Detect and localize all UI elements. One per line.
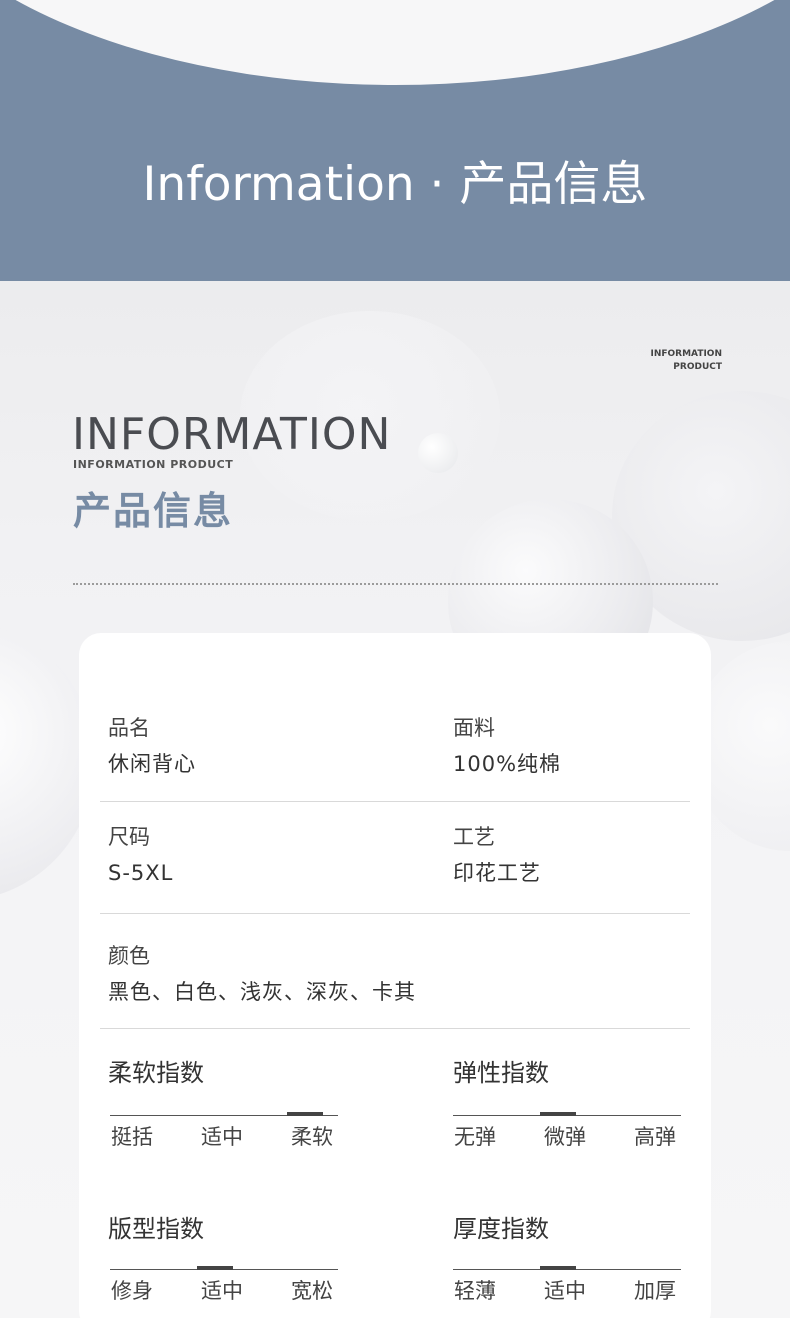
info-value: S-5XL — [108, 861, 174, 885]
info-fabric: 面料 100%纯棉 — [453, 714, 561, 778]
section-title-english: INFORMATION — [72, 409, 392, 460]
info-label: 尺码 — [108, 825, 150, 849]
decor-ball — [418, 433, 458, 473]
scale-selected-marker — [540, 1266, 576, 1270]
softness-index-title: 柔软指数 — [108, 1059, 204, 1087]
info-value: 100%纯棉 — [453, 752, 562, 776]
info-color: 颜色 黑色、白色、浅灰、深灰、卡其 — [108, 942, 416, 1006]
scale-option: 挺括 — [111, 1125, 153, 1149]
fit-index-title: 版型指数 — [108, 1215, 204, 1243]
top-banner: Information · 产品信息 — [0, 0, 790, 281]
scale-option: 微弹 — [544, 1125, 586, 1149]
scale-option: 加厚 — [634, 1279, 676, 1303]
info-value: 印花工艺 — [453, 861, 541, 885]
small-english-line2: PRODUCT — [673, 362, 722, 372]
info-label: 品名 — [108, 716, 150, 740]
elasticity-scale: 无弹 微弹 高弹 — [453, 1112, 681, 1149]
scale-selected-marker — [197, 1266, 233, 1270]
scale-option: 适中 — [201, 1279, 243, 1303]
scale-option: 适中 — [201, 1125, 243, 1149]
fit-scale: 修身 适中 宽松 — [110, 1266, 338, 1303]
scale-option: 修身 — [111, 1279, 153, 1303]
scale-option: 适中 — [544, 1279, 586, 1303]
divider — [100, 1028, 690, 1029]
small-english-line1: INFORMATION — [650, 349, 722, 359]
scale-option: 轻薄 — [454, 1279, 496, 1303]
info-label: 工艺 — [453, 825, 495, 849]
softness-scale: 挺括 适中 柔软 — [110, 1112, 338, 1149]
info-craft: 工艺 印花工艺 — [453, 823, 541, 887]
scale-option: 无弹 — [454, 1125, 496, 1149]
divider — [100, 913, 690, 914]
info-size: 尺码 S-5XL — [108, 823, 173, 887]
info-label: 颜色 — [108, 944, 150, 968]
scale-option: 高弹 — [634, 1125, 676, 1149]
scale-option: 柔软 — [291, 1125, 333, 1149]
banner-arc — [0, 0, 790, 85]
scale-selected-marker — [540, 1112, 576, 1116]
divider — [100, 801, 690, 802]
info-label: 面料 — [453, 716, 495, 740]
small-english-tag: INFORMATION PRODUCT — [650, 348, 722, 374]
scale-option: 宽松 — [291, 1279, 333, 1303]
elasticity-index-title: 弹性指数 — [453, 1059, 549, 1087]
section-subtitle-english: INFORMATION PRODUCT — [73, 458, 234, 471]
info-value: 黑色、白色、浅灰、深灰、卡其 — [108, 980, 416, 1004]
section-title-chinese: 产品信息 — [73, 489, 234, 533]
info-name: 品名 休闲背心 — [108, 714, 196, 778]
thickness-scale: 轻薄 适中 加厚 — [453, 1266, 681, 1303]
scale-selected-marker — [287, 1112, 323, 1116]
dotted-divider — [73, 583, 718, 585]
thickness-index-title: 厚度指数 — [453, 1215, 549, 1243]
info-value: 休闲背心 — [108, 752, 196, 776]
banner-title: Information · 产品信息 — [142, 157, 648, 212]
